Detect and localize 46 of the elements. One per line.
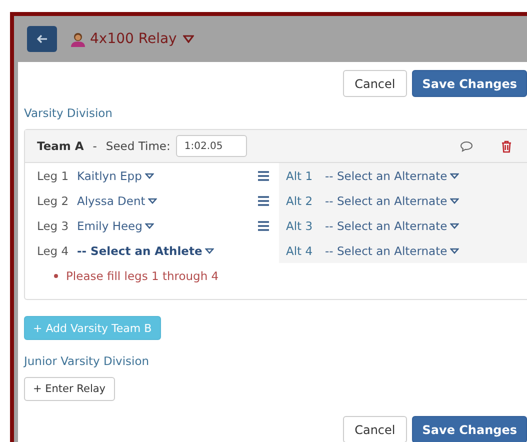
- caret-icon: [148, 198, 158, 204]
- cancel-button[interactable]: Cancel: [342, 70, 408, 97]
- athlete-dropdown[interactable]: Emily Heeg: [77, 218, 154, 232]
- caret-icon: [450, 222, 460, 228]
- caret-icon: [205, 248, 214, 254]
- caret-icon: [145, 222, 154, 228]
- trash-icon[interactable]: [501, 140, 512, 152]
- seed-time-label: Seed Time:: [106, 139, 170, 153]
- enter-relay-button[interactable]: + Enter Relay: [24, 377, 115, 401]
- alternate-label: Alt 1: [286, 168, 314, 182]
- athlete-dropdown[interactable]: Alyssa Dent: [77, 194, 158, 208]
- leg-label: Leg 4: [37, 244, 70, 258]
- save-changes-button[interactable]: Save Changes: [412, 70, 527, 97]
- athlete-dropdown[interactable]: -- Select an Athlete: [77, 244, 214, 258]
- caret-icon: [450, 248, 460, 254]
- back-arrow-icon: [36, 34, 48, 44]
- athlete-dropdown[interactable]: Kaitlyn Epp: [77, 168, 154, 182]
- alternate-label: Alt 3: [286, 218, 314, 232]
- alternate-dropdown[interactable]: -- Select an Alternate: [325, 244, 460, 258]
- caret-icon[interactable]: [182, 35, 194, 43]
- drag-handle-icon[interactable]: [258, 220, 269, 230]
- division-title: Varsity Division: [24, 106, 114, 120]
- drag-handle-icon[interactable]: [258, 170, 269, 180]
- comment-icon[interactable]: [460, 140, 473, 152]
- leg-label: Leg 2: [37, 194, 70, 208]
- seed-time-input[interactable]: 1:02.05: [176, 135, 248, 157]
- division-title: Junior Varsity Division: [24, 354, 150, 368]
- alternate-label: Alt 4: [286, 244, 314, 258]
- leg-label: Leg 1: [37, 168, 70, 182]
- team-name: Team A: [37, 139, 84, 153]
- caret-icon: [450, 198, 460, 204]
- leg-label: Leg 3: [37, 218, 70, 232]
- alternate-label: Alt 2: [286, 194, 314, 208]
- caret-icon: [450, 172, 460, 178]
- save-changes-button[interactable]: Save Changes: [412, 416, 527, 442]
- person-icon: [70, 31, 86, 47]
- drag-handle-icon[interactable]: [258, 196, 269, 206]
- alternate-dropdown[interactable]: -- Select an Alternate: [325, 194, 460, 208]
- separator: -: [92, 139, 97, 153]
- caret-icon: [144, 172, 154, 178]
- alternate-dropdown[interactable]: -- Select an Alternate: [325, 168, 460, 182]
- back-button[interactable]: [27, 26, 57, 52]
- cancel-button[interactable]: Cancel: [342, 416, 408, 442]
- alternate-dropdown[interactable]: -- Select an Alternate: [325, 218, 460, 232]
- event-title[interactable]: 4x100 Relay: [90, 31, 177, 47]
- error-message: Please fill legs 1 through 4: [66, 269, 219, 283]
